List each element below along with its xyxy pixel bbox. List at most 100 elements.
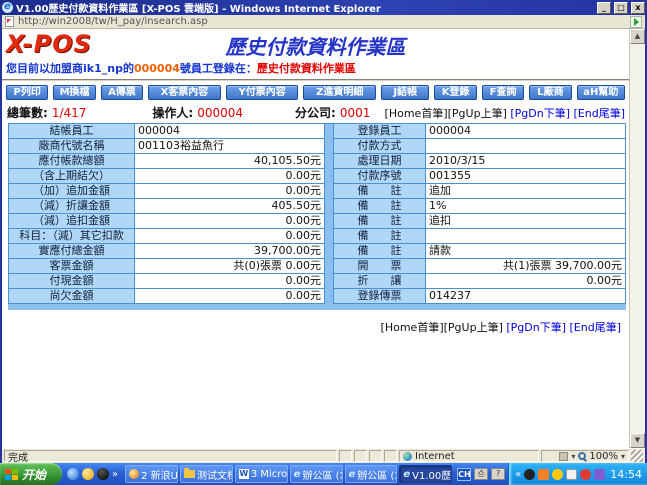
scroll-down-icon[interactable]: ▼	[630, 433, 645, 448]
nav-home[interactable]: [Home首筆]	[385, 107, 448, 120]
task-ie-office2[interactable]: e辦公區 (X...	[345, 465, 398, 483]
shield-icon[interactable]	[559, 452, 568, 461]
table-label-cell: 付款方式	[334, 139, 426, 154]
tray-chevron-icon[interactable]: «	[515, 469, 521, 480]
nav-pgdn[interactable]: [PgDn下筆]	[510, 107, 570, 120]
task-label: 辦公區 (X...	[357, 467, 397, 482]
nav-pgup[interactable]: [PgUp上筆]	[444, 321, 503, 334]
nav-end[interactable]: [End尾筆]	[570, 321, 622, 334]
minimize-button[interactable]: _	[597, 2, 611, 14]
maximize-button[interactable]: □	[614, 2, 628, 14]
voucher-button[interactable]: A傳票	[101, 85, 143, 100]
query-button[interactable]: F查詢	[482, 85, 524, 100]
start-button[interactable]: 开始	[0, 463, 62, 485]
close-button[interactable]: x	[631, 2, 645, 14]
page-header: X-POS 歷史付款資料作業區	[2, 29, 629, 58]
nav-end[interactable]: [End尾筆]	[574, 107, 626, 120]
payment-check-button[interactable]: Y付票內容	[226, 85, 299, 100]
task-test-folder[interactable]: 测试文档	[180, 465, 233, 483]
table-label-cell: 付款序號	[334, 169, 426, 184]
table-label-cell: （加）追加金額	[9, 184, 135, 199]
task-word-group[interactable]: W3 Micro...▾	[235, 465, 288, 483]
quicklaunch-qq-icon[interactable]	[97, 468, 109, 480]
table-label-cell: 折 讓	[334, 274, 426, 289]
globe-icon	[403, 452, 412, 461]
vendor-button[interactable]: L廠商	[529, 85, 571, 100]
table-label-cell: 廠商代號名稱	[9, 139, 135, 154]
table-label-cell: 備 註	[334, 184, 426, 199]
function-toolbar: P列印 M換檔 A傳票 X客票內容 Y付票內容 Z進貨明細 J結帳 K登錄 F查…	[2, 81, 629, 103]
table-value-cell: 2010/3/15	[426, 154, 626, 169]
vertical-scrollbar[interactable]: ▲ ▼	[629, 29, 645, 448]
zoom-level[interactable]: 100%	[589, 451, 618, 462]
shield-dropdown-icon[interactable]: ▾	[571, 452, 575, 461]
table-value-cell: 0.00元	[135, 184, 325, 199]
table-label-cell: 結帳員工	[9, 124, 135, 139]
task-label: 辦公區 (X...	[302, 467, 342, 482]
printer-icon[interactable]: ⎙	[474, 468, 488, 480]
address-bar: http://win2008/tw/H_pay/insearch.asp	[2, 15, 645, 29]
task-ie-office1[interactable]: e辦公區 (X...	[290, 465, 343, 483]
resize-grip[interactable]	[631, 450, 643, 462]
table-value-cell: 000004	[426, 124, 626, 139]
print-button[interactable]: P列印	[6, 85, 48, 100]
branch-value: 0001	[340, 106, 371, 120]
help-tray-icon[interactable]: ?	[491, 468, 505, 480]
ie-icon: e	[349, 469, 356, 480]
page-favicon	[5, 16, 14, 27]
task-buttons: 2 新浪UC▾ 测试文档 W3 Micro...▾ e辦公區 (X... e辦公…	[123, 465, 454, 483]
magnifier-icon[interactable]	[578, 452, 586, 460]
zoom-dropdown-icon[interactable]: ▾	[621, 452, 625, 461]
scroll-up-icon[interactable]: ▲	[630, 29, 645, 44]
table-value-cell: 0.00元	[135, 214, 325, 229]
table-value-cell: 追加	[426, 184, 626, 199]
settle-button[interactable]: J結帳	[381, 85, 429, 100]
tray-flame-icon[interactable]	[538, 469, 549, 480]
tray-qq-red-icon[interactable]	[580, 469, 591, 480]
task-label: V1.00歷...	[412, 467, 452, 482]
language-indicator[interactable]: CH	[457, 468, 471, 481]
customer-check-button[interactable]: X客票內容	[148, 85, 221, 100]
table-label-cell: 尚欠金額	[9, 289, 135, 304]
tray-qq-icon[interactable]	[524, 469, 535, 480]
address-url[interactable]: http://win2008/tw/H_pay/insearch.asp	[18, 16, 626, 27]
browser-window: e V1.00歷史付款資料作業區 [X-POS 雲端版] - Windows I…	[0, 0, 647, 485]
status-bar: 完成 Internet ▾ 100% ▾	[2, 448, 645, 463]
table-value-cell: 0.00元	[135, 274, 325, 289]
register-button[interactable]: K登錄	[434, 85, 476, 100]
table-value-cell	[426, 229, 626, 244]
status-done-label: 完成	[8, 449, 28, 464]
quicklaunch-messenger-icon[interactable]	[82, 468, 94, 480]
table-separator	[325, 123, 333, 304]
right-table: 登錄員工000004 付款方式 處理日期2010/3/15 付款序號001355…	[333, 123, 626, 304]
table-value-cell: 追扣	[426, 214, 626, 229]
total-records-label: 總筆數:	[7, 104, 48, 121]
nav-home[interactable]: [Home首筆]	[381, 321, 444, 334]
tray-misc-icon[interactable]	[594, 469, 605, 480]
quicklaunch-browser-icon[interactable]	[67, 468, 79, 480]
tray-note-icon[interactable]	[566, 469, 577, 480]
total-records-value: 1/417	[52, 106, 87, 120]
task-sina-uc[interactable]: 2 新浪UC▾	[125, 465, 178, 483]
quicklaunch-more-icon[interactable]: »	[112, 469, 118, 480]
status-text: 完成	[4, 450, 337, 462]
tray-sun-icon[interactable]	[552, 469, 563, 480]
branch-label: 分公司:	[295, 104, 336, 121]
operator-label: 操作人:	[152, 104, 193, 121]
table-label-cell: 應付帳款總額	[9, 154, 135, 169]
help-button[interactable]: aH幫助	[577, 85, 625, 100]
go-button[interactable]	[630, 16, 642, 28]
nav-pgup[interactable]: [PgUp上筆]	[448, 107, 507, 120]
switch-file-button[interactable]: M換檔	[53, 85, 95, 100]
page-title: 歷史付款資料作業區	[2, 31, 629, 60]
word-icon: W	[239, 469, 249, 479]
purchase-detail-button[interactable]: Z進貨明細	[303, 85, 376, 100]
status-panel	[339, 450, 352, 462]
table-value-cell: 0.00元	[135, 169, 325, 184]
system-tray: « 14:54	[508, 463, 647, 485]
table-value-cell: 405.50元	[135, 199, 325, 214]
table-label-cell: （減）折讓金額	[9, 199, 135, 214]
nav-pgdn[interactable]: [PgDn下筆]	[506, 321, 566, 334]
clock[interactable]: 14:54	[610, 468, 642, 481]
task-ie-current[interactable]: eV1.00歷...	[399, 465, 452, 483]
